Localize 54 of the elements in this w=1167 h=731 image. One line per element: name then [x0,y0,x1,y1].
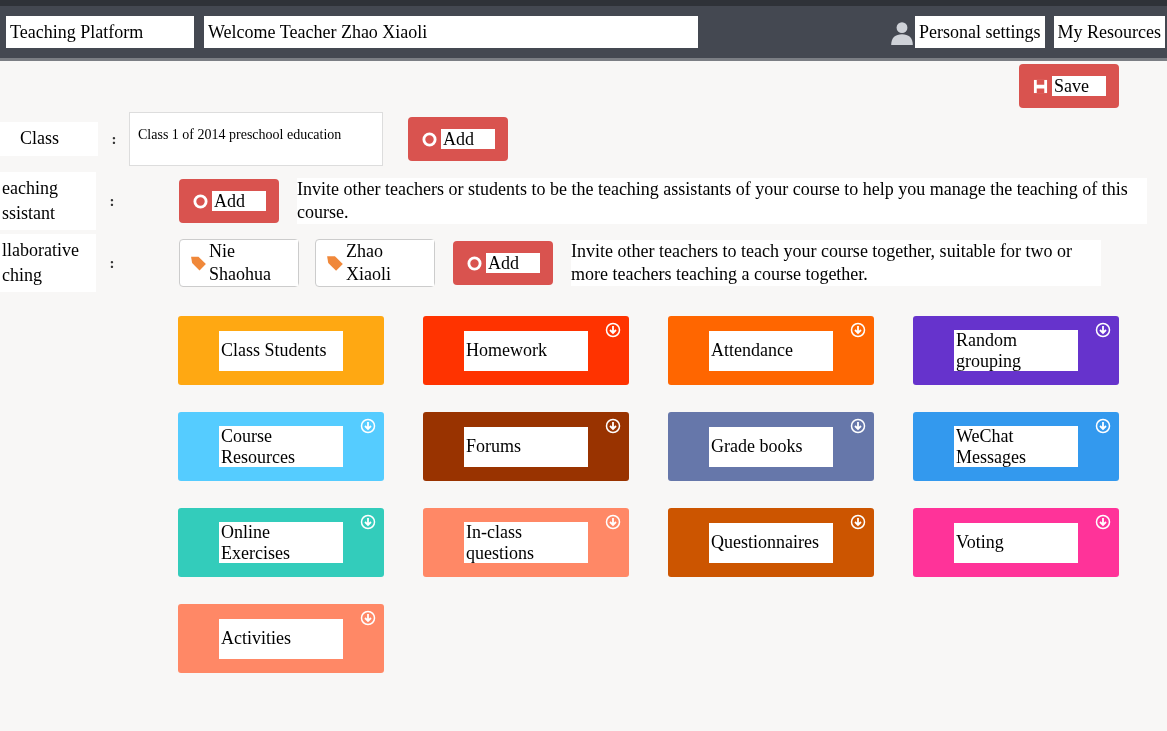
download-icon[interactable] [605,322,621,338]
tile-label: Homework [464,330,588,371]
hint-text: Invite other teachers or students to be the teaching assistants of your course to help you manage the teaching of this course. [297,177,1147,225]
download-icon[interactable] [850,418,866,434]
user-icon [889,19,915,45]
personal-settings-link[interactable]: Personal settings [915,16,1045,48]
field-label: eaching ssistant [0,171,96,231]
tile-label: Voting [954,522,1078,563]
save-button[interactable]: Save [1019,64,1119,108]
colon-text: : [108,192,116,210]
tile-label: Attendance [709,330,833,371]
download-icon[interactable] [1095,322,1111,338]
teacher-chip[interactable]: Nie Shaohua [179,239,299,287]
add-button[interactable]: Add [179,179,279,223]
colon-text: : [108,254,116,272]
tile-label: Random grouping [954,329,1078,372]
tile-label: Course Resources [219,425,343,468]
platform-title: Teaching Platform [6,16,194,48]
module-tile[interactable]: Forums [423,412,629,481]
save-icon [1033,78,1048,94]
tile-label: Activities [219,618,343,659]
module-tile[interactable]: Online Exercises [178,508,384,577]
module-tile[interactable]: Voting [913,508,1119,577]
module-tile[interactable]: Class Students [178,316,384,385]
module-tile[interactable]: In-class questions [423,508,629,577]
module-tile[interactable]: Random grouping [913,316,1119,385]
class-field[interactable]: Class 1 of 2014 preschool education [129,112,383,166]
teacher-chip[interactable]: Zhao Xiaoli [315,239,435,287]
tile-label: Questionnaires [709,522,833,563]
tile-label: Forums [464,426,588,467]
download-icon[interactable] [1095,514,1111,530]
tile-label: Online Exercises [219,521,343,564]
module-tile[interactable]: Course Resources [178,412,384,481]
field-label: llaborative ching [0,233,96,293]
module-tile[interactable]: Attendance [668,316,874,385]
welcome-text: Welcome Teacher Zhao Xiaoli [204,16,698,48]
tile-label: Grade books [709,426,833,467]
tile-label: Class Students [219,330,343,371]
module-tile[interactable]: Activities [178,604,384,673]
tag-icon [326,254,344,272]
add-button[interactable]: Add [408,117,508,161]
tile-label: In-class questions [464,521,588,564]
download-icon[interactable] [850,514,866,530]
module-tile[interactable]: Homework [423,316,629,385]
add-button[interactable]: Add [453,241,553,285]
download-icon[interactable] [605,418,621,434]
colon-text: : [110,130,118,148]
field-label: Class [0,122,98,156]
my-resources-link[interactable]: My Resources [1053,16,1165,48]
module-tile[interactable]: Grade books [668,412,874,481]
module-tile[interactable]: Questionnaires [668,508,874,577]
module-tile[interactable]: WeChat Messages [913,412,1119,481]
tile-label: WeChat Messages [954,425,1078,468]
hint-text: Invite other teachers to teach your course together, suitable for two or more teachers teaching a course together. [571,239,1101,287]
